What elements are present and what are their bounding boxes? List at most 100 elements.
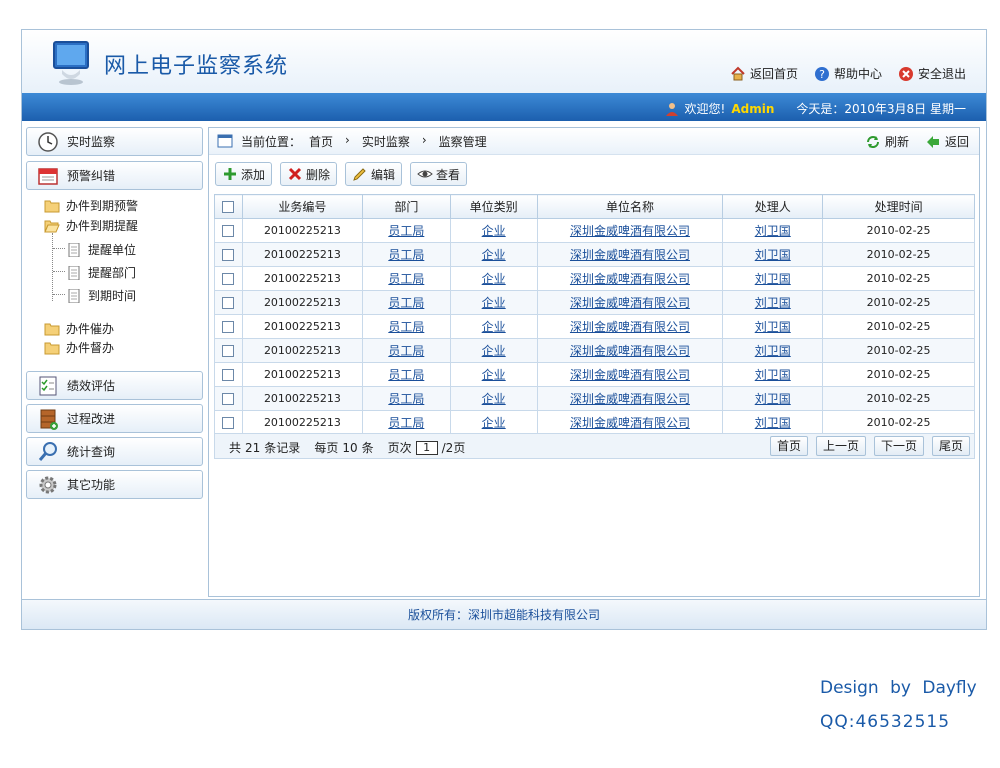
table-cell: 2010-02-25	[822, 314, 975, 339]
table-cell[interactable]: 员工局	[361, 242, 451, 267]
home-link[interactable]: 返回首页	[730, 65, 798, 82]
table-cell[interactable]: 刘卫国	[722, 386, 824, 411]
breadcrumb-bar: 当前位置： 首页 › 实时监察 › 监察管理 刷新 返回	[209, 128, 979, 155]
table-cell[interactable]: 刘卫国	[722, 314, 824, 339]
sidebar-item-performance[interactable]: 绩效评估	[26, 371, 203, 400]
row-checkbox[interactable]	[222, 297, 235, 309]
tree-item-urge[interactable]: 办件催办	[44, 320, 114, 337]
table-cell[interactable]: 企业	[449, 242, 538, 267]
welcome-text: 欢迎您!	[684, 102, 726, 116]
select-all-checkbox[interactable]	[222, 201, 235, 213]
row-checkbox[interactable]	[222, 321, 235, 333]
page-number-input[interactable]: 1	[415, 440, 438, 455]
tree-item-expire-warning[interactable]: 办件到期预警	[44, 197, 138, 214]
sidebar-item-stats[interactable]: 统计查询	[26, 437, 203, 466]
table-cell[interactable]: 员工局	[361, 290, 451, 315]
sidebar-item-warning[interactable]: 预警纠错	[26, 161, 203, 190]
table-row[interactable]: 20100225213 员工局 企业 深圳金威啤酒有限公司 刘卫国 2010-02-25	[214, 338, 975, 363]
table-cell[interactable]: 员工局	[361, 410, 451, 435]
help-link[interactable]: ? 帮助中心	[814, 65, 882, 82]
row-select-cell	[214, 314, 243, 339]
table-cell[interactable]: 企业	[449, 386, 538, 411]
breadcrumb-realtime[interactable]: 实时监察	[362, 133, 410, 150]
tree-item-expire-remind[interactable]: 办件到期提醒	[44, 217, 138, 234]
edit-button[interactable]: 编辑	[345, 162, 403, 186]
table-cell[interactable]: 员工局	[361, 218, 451, 243]
logout-link[interactable]: 安全退出	[898, 65, 966, 82]
delete-button[interactable]: 删除	[280, 162, 338, 186]
column-header[interactable]: 业务编号	[241, 194, 363, 219]
qq-contact: QQ:46532515	[820, 712, 951, 732]
table-row[interactable]: 20100225213 员工局 企业 深圳金威啤酒有限公司 刘卫国 2010-02-25	[214, 362, 975, 387]
table-cell[interactable]: 深圳金威啤酒有限公司	[536, 290, 724, 315]
sidebar-item-realtime[interactable]: 实时监察	[26, 127, 203, 156]
prev-page-button[interactable]: 上一页	[815, 436, 866, 456]
table-cell[interactable]: 深圳金威啤酒有限公司	[536, 410, 724, 435]
sidebar-item-process[interactable]: 过程改进	[26, 404, 203, 433]
row-checkbox[interactable]	[222, 345, 235, 357]
table-cell[interactable]: 企业	[449, 290, 538, 315]
table-cell[interactable]: 员工局	[361, 386, 451, 411]
refresh-button[interactable]: 刷新	[865, 133, 909, 150]
table-cell[interactable]: 刘卫国	[722, 266, 824, 291]
table-row[interactable]: 20100225213 员工局 企业 深圳金威啤酒有限公司 刘卫国 2010-02-25	[214, 290, 975, 315]
row-checkbox[interactable]	[222, 417, 235, 429]
add-button[interactable]: 添加	[215, 162, 273, 186]
first-page-button[interactable]: 首页	[769, 436, 808, 456]
table-cell[interactable]: 深圳金威啤酒有限公司	[536, 242, 724, 267]
sidebar-item-other[interactable]: 其它功能	[26, 470, 203, 499]
last-page-button[interactable]: 尾页	[931, 436, 970, 456]
back-label: 返回	[944, 135, 969, 149]
table-cell[interactable]: 深圳金威啤酒有限公司	[536, 218, 724, 243]
table-cell[interactable]: 刘卫国	[722, 218, 824, 243]
table-row[interactable]: 20100225213 员工局 企业 深圳金威啤酒有限公司 刘卫国 2010-02-25	[214, 242, 975, 267]
table-cell[interactable]: 员工局	[361, 266, 451, 291]
table-row[interactable]: 20100225213 员工局 企业 深圳金威啤酒有限公司 刘卫国 2010-02-25	[214, 314, 975, 339]
table-cell[interactable]: 深圳金威啤酒有限公司	[536, 386, 724, 411]
table-cell[interactable]: 深圳金威啤酒有限公司	[536, 338, 724, 363]
column-header[interactable]: 单位类别	[449, 194, 538, 219]
tree-item-remind-unit[interactable]: 提醒单位	[66, 241, 136, 258]
table-cell[interactable]: 深圳金威啤酒有限公司	[536, 314, 724, 339]
table-row[interactable]: 20100225213 员工局 企业 深圳金威啤酒有限公司 刘卫国 2010-02-25	[214, 410, 975, 435]
table-cell[interactable]: 企业	[449, 338, 538, 363]
svg-text:?: ?	[819, 68, 825, 81]
table-row[interactable]: 20100225213 员工局 企业 深圳金威啤酒有限公司 刘卫国 2010-02-25	[214, 386, 975, 411]
row-checkbox[interactable]	[222, 273, 235, 285]
table-cell: 20100225213	[241, 386, 363, 411]
tree-item-remind-dept[interactable]: 提醒部门	[66, 264, 136, 281]
next-page-button[interactable]: 下一页	[873, 436, 924, 456]
row-checkbox[interactable]	[222, 225, 235, 237]
view-button[interactable]: 查看	[410, 162, 468, 186]
table-cell[interactable]: 企业	[449, 362, 538, 387]
row-checkbox[interactable]	[222, 393, 235, 405]
folder-icon	[44, 323, 60, 335]
table-cell[interactable]: 刘卫国	[722, 242, 824, 267]
breadcrumb-home[interactable]: 首页	[309, 133, 333, 150]
column-header[interactable]: 处理时间	[822, 194, 975, 219]
column-header[interactable]: 单位名称	[536, 194, 724, 219]
column-header[interactable]: 处理人	[722, 194, 824, 219]
table-cell[interactable]: 员工局	[361, 314, 451, 339]
table-cell[interactable]: 刘卫国	[722, 290, 824, 315]
toolbar: 添加 删除 编辑 查看	[215, 162, 468, 186]
row-checkbox[interactable]	[222, 249, 235, 261]
table-cell[interactable]: 刘卫国	[722, 338, 824, 363]
table-cell[interactable]: 企业	[449, 266, 538, 291]
tree-item-expire-time[interactable]: 到期时间	[66, 287, 136, 304]
table-cell[interactable]: 深圳金威啤酒有限公司	[536, 362, 724, 387]
table-cell[interactable]: 企业	[449, 410, 538, 435]
table-cell[interactable]: 深圳金威啤酒有限公司	[536, 266, 724, 291]
table-cell[interactable]: 员工局	[361, 362, 451, 387]
row-checkbox[interactable]	[222, 369, 235, 381]
table-cell[interactable]: 刘卫国	[722, 362, 824, 387]
table-row[interactable]: 20100225213 员工局 企业 深圳金威啤酒有限公司 刘卫国 2010-02-25	[214, 218, 975, 243]
back-button[interactable]: 返回	[925, 133, 969, 150]
table-cell[interactable]: 刘卫国	[722, 410, 824, 435]
table-row[interactable]: 20100225213 员工局 企业 深圳金威啤酒有限公司 刘卫国 2010-02-25	[214, 266, 975, 291]
table-cell[interactable]: 企业	[449, 314, 538, 339]
column-header[interactable]: 部门	[361, 194, 451, 219]
table-cell[interactable]: 企业	[449, 218, 538, 243]
table-cell[interactable]: 员工局	[361, 338, 451, 363]
tree-item-supervise[interactable]: 办件督办	[44, 339, 114, 356]
